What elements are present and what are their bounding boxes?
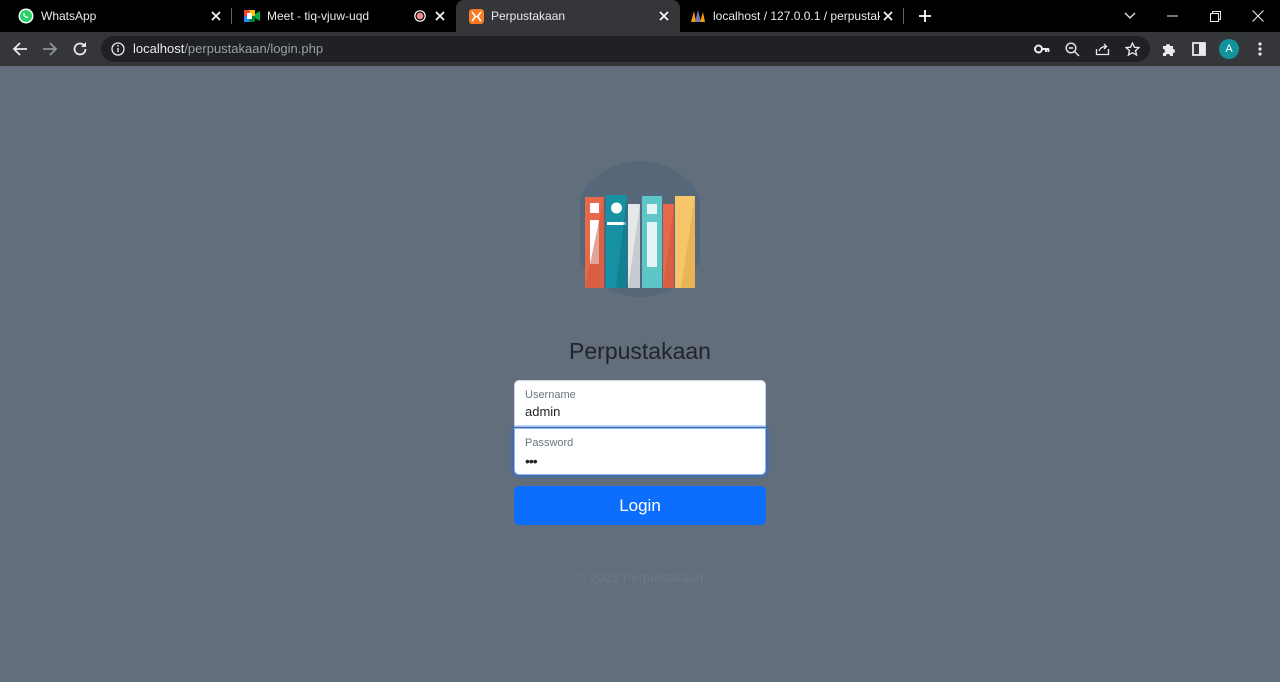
close-window-button[interactable] <box>1238 0 1278 32</box>
info-icon[interactable] <box>110 41 126 57</box>
library-books-logo <box>572 160 708 300</box>
chevron-down-icon <box>1124 12 1136 20</box>
url-path: /perpustakaan/login.php <box>184 41 324 56</box>
copyright-footer: © 2022 Perpustakaan <box>577 570 703 585</box>
url-text[interactable]: localhost/perpustakaan/login.php <box>133 41 323 57</box>
plus-icon <box>919 10 931 22</box>
more-menu-icon[interactable] <box>1251 40 1269 58</box>
whatsapp-icon <box>18 8 34 24</box>
profile-avatar[interactable]: A <box>1219 39 1239 59</box>
reload-icon <box>72 41 88 57</box>
username-field[interactable]: Username admin <box>514 380 766 427</box>
close-icon <box>1252 10 1264 22</box>
bookmark-star-icon[interactable] <box>1123 40 1141 58</box>
new-tab-button[interactable] <box>905 0 945 32</box>
zoom-out-icon[interactable] <box>1063 40 1081 58</box>
tab-phpmyadmin[interactable]: localhost / 127.0.0.1 / perpustakaan <box>680 0 904 32</box>
username-input[interactable]: admin <box>525 404 755 419</box>
tab-divider <box>903 8 904 24</box>
tab-google-meet[interactable]: Meet - tiq-vjuw-uqd <box>226 0 456 32</box>
tab-title: Perpustakaan <box>491 9 566 23</box>
arrow-left-icon <box>12 41 28 57</box>
key-icon[interactable] <box>1033 40 1051 58</box>
forward-button[interactable] <box>36 35 64 63</box>
restore-button[interactable] <box>1195 0 1235 32</box>
reload-button[interactable] <box>66 35 94 63</box>
close-icon[interactable] <box>880 8 896 24</box>
tab-perpustakaan[interactable]: Perpustakaan <box>456 0 680 32</box>
username-label: Username <box>525 389 576 401</box>
arrow-right-icon <box>42 41 58 57</box>
phpmyadmin-icon <box>690 8 706 24</box>
minimize-icon <box>1166 15 1178 17</box>
tab-title: localhost / 127.0.0.1 / perpustakaan <box>713 9 880 23</box>
browser-tab-strip: WhatsApp Meet - tiq-vjuw-uqd Perpustakaa… <box>0 0 1280 32</box>
extensions-icon[interactable] <box>1160 40 1178 58</box>
side-panel-icon[interactable] <box>1190 40 1208 58</box>
password-input[interactable]: ••• <box>525 453 538 469</box>
login-button[interactable]: Login <box>514 486 766 525</box>
tab-search-button[interactable] <box>1110 0 1150 32</box>
google-meet-icon <box>244 8 260 24</box>
close-icon[interactable] <box>208 8 224 24</box>
page-title: Perpustakaan <box>569 338 711 364</box>
restore-icon <box>1209 10 1221 22</box>
tab-title: Meet - tiq-vjuw-uqd <box>267 9 370 23</box>
password-label: Password <box>525 437 574 449</box>
tab-title: WhatsApp <box>41 9 97 23</box>
back-button[interactable] <box>6 35 34 63</box>
share-icon[interactable] <box>1093 40 1111 58</box>
password-field[interactable]: Password ••• <box>514 428 766 475</box>
xampp-icon <box>468 8 484 24</box>
close-icon[interactable] <box>432 8 448 24</box>
tab-whatsapp[interactable]: WhatsApp <box>0 0 232 32</box>
address-bar[interactable]: localhost/perpustakaan/login.php <box>101 36 1150 62</box>
close-icon[interactable] <box>656 8 672 24</box>
url-host: localhost <box>133 41 185 56</box>
minimize-button[interactable] <box>1152 0 1192 32</box>
recording-indicator-icon <box>412 8 428 24</box>
